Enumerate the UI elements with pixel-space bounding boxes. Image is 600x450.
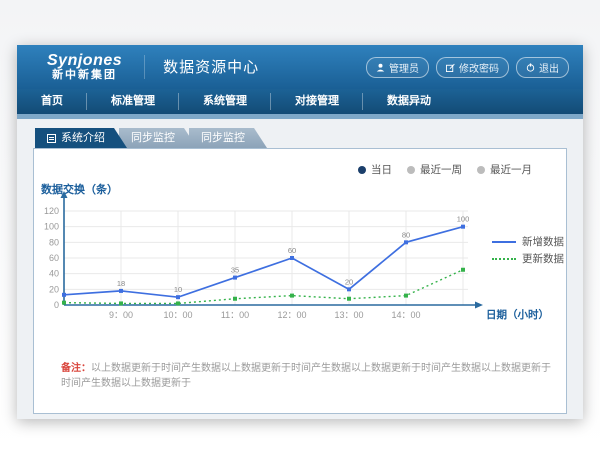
logout-button[interactable]: 退出: [516, 57, 569, 78]
edit-icon: [446, 63, 455, 72]
svg-text:10: 10: [174, 285, 182, 294]
user-icon: [376, 63, 385, 72]
document-icon: [47, 134, 56, 143]
range-today-label: 当日: [371, 162, 392, 177]
svg-text:9：00: 9：00: [109, 310, 133, 320]
page-title: 数据资源中心: [144, 55, 259, 79]
solid-line-icon: [492, 241, 516, 243]
footnote-text: 以上数据更新于时间产生数据以上数据更新于时间产生数据以上数据更新于时间产生数据以…: [61, 363, 551, 389]
content-area: 系统介绍 同步监控 同步监控 当日 最近一周: [17, 119, 583, 414]
chart-panel: 当日 最近一周 最近一月 数据交换（条） 0204060801001209：00…: [33, 148, 567, 414]
svg-text:12：00: 12：00: [277, 310, 306, 320]
svg-text:100: 100: [44, 222, 59, 232]
svg-text:80: 80: [402, 230, 410, 239]
range-last-month-label: 最近一月: [490, 162, 532, 177]
legend-new-data-label: 新增数据: [522, 234, 564, 249]
user-actions: 管理员 修改密码 退出: [366, 57, 569, 78]
nav-item-standard-mgmt[interactable]: 标准管理: [87, 89, 179, 114]
tab-sync-monitor-2-label: 同步监控: [201, 128, 245, 148]
admin-user-button[interactable]: 管理员: [366, 57, 429, 78]
svg-text:40: 40: [49, 269, 59, 279]
header-bar: Synjones 新中新集团 数据资源中心 管理员 修改密码: [17, 45, 583, 89]
change-password-label: 修改密码: [459, 60, 499, 75]
tab-bar: 系统介绍 同步监控 同步监控: [35, 128, 567, 148]
logo-brand: Synjones: [47, 53, 122, 70]
svg-text:20: 20: [49, 284, 59, 294]
svg-text:120: 120: [44, 206, 59, 216]
radio-selected-icon: [358, 166, 366, 174]
legend-updated-data-label: 更新数据: [522, 251, 564, 266]
tab-sync-monitor-1[interactable]: 同步监控: [119, 128, 197, 148]
nav-item-data-change[interactable]: 数据异动: [363, 89, 455, 114]
svg-text:35: 35: [231, 266, 239, 275]
dotted-line-icon: [492, 258, 516, 260]
admin-user-label: 管理员: [389, 60, 419, 75]
power-icon: [526, 63, 535, 72]
legend-item-new-data[interactable]: 新增数据: [492, 233, 564, 250]
logo-company: 新中新集团: [47, 70, 122, 82]
footnote: 备注：以上数据更新于时间产生数据以上数据更新于时间产生数据以上数据更新于时间产生…: [61, 359, 552, 389]
svg-text:0: 0: [54, 300, 59, 310]
nav-item-interface-mgmt[interactable]: 对接管理: [271, 89, 363, 114]
range-option-today[interactable]: 当日: [358, 162, 392, 177]
tab-sync-monitor-1-label: 同步监控: [131, 128, 175, 148]
nav-item-home[interactable]: 首页: [17, 89, 87, 114]
change-password-button[interactable]: 修改密码: [436, 57, 509, 78]
range-option-last-week[interactable]: 最近一周: [407, 162, 462, 177]
svg-text:14：00: 14：00: [391, 310, 420, 320]
time-range-selector: 当日 最近一周 最近一月: [358, 162, 532, 177]
svg-text:18: 18: [117, 279, 125, 288]
chart-legend: 新增数据 更新数据: [492, 233, 564, 267]
logo: Synjones 新中新集团: [47, 53, 122, 81]
tab-sync-monitor-2[interactable]: 同步监控: [189, 128, 267, 148]
radio-icon: [477, 166, 485, 174]
app-window: Synjones 新中新集团 数据资源中心 管理员 修改密码: [17, 45, 583, 419]
svg-text:13：00: 13：00: [334, 310, 363, 320]
svg-text:60: 60: [288, 246, 296, 255]
svg-text:10：00: 10：00: [163, 310, 192, 320]
svg-text:11：00: 11：00: [221, 310, 249, 320]
legend-item-updated-data[interactable]: 更新数据: [492, 250, 564, 267]
svg-text:80: 80: [49, 237, 59, 247]
svg-text:日期（小时）: 日期（小时）: [486, 308, 549, 321]
radio-icon: [407, 166, 415, 174]
svg-text:20: 20: [345, 277, 353, 286]
logout-label: 退出: [539, 60, 559, 75]
range-option-last-month[interactable]: 最近一月: [477, 162, 532, 177]
svg-text:60: 60: [49, 253, 59, 263]
footnote-label: 备注：: [61, 363, 91, 374]
svg-text:100: 100: [457, 215, 470, 224]
range-last-week-label: 最近一周: [420, 162, 462, 177]
tab-system-intro[interactable]: 系统介绍: [35, 128, 127, 148]
nav-item-system-mgmt[interactable]: 系统管理: [179, 89, 271, 114]
tab-system-intro-label: 系统介绍: [61, 128, 105, 148]
main-nav: 首页 标准管理 系统管理 对接管理 数据异动: [17, 89, 583, 114]
